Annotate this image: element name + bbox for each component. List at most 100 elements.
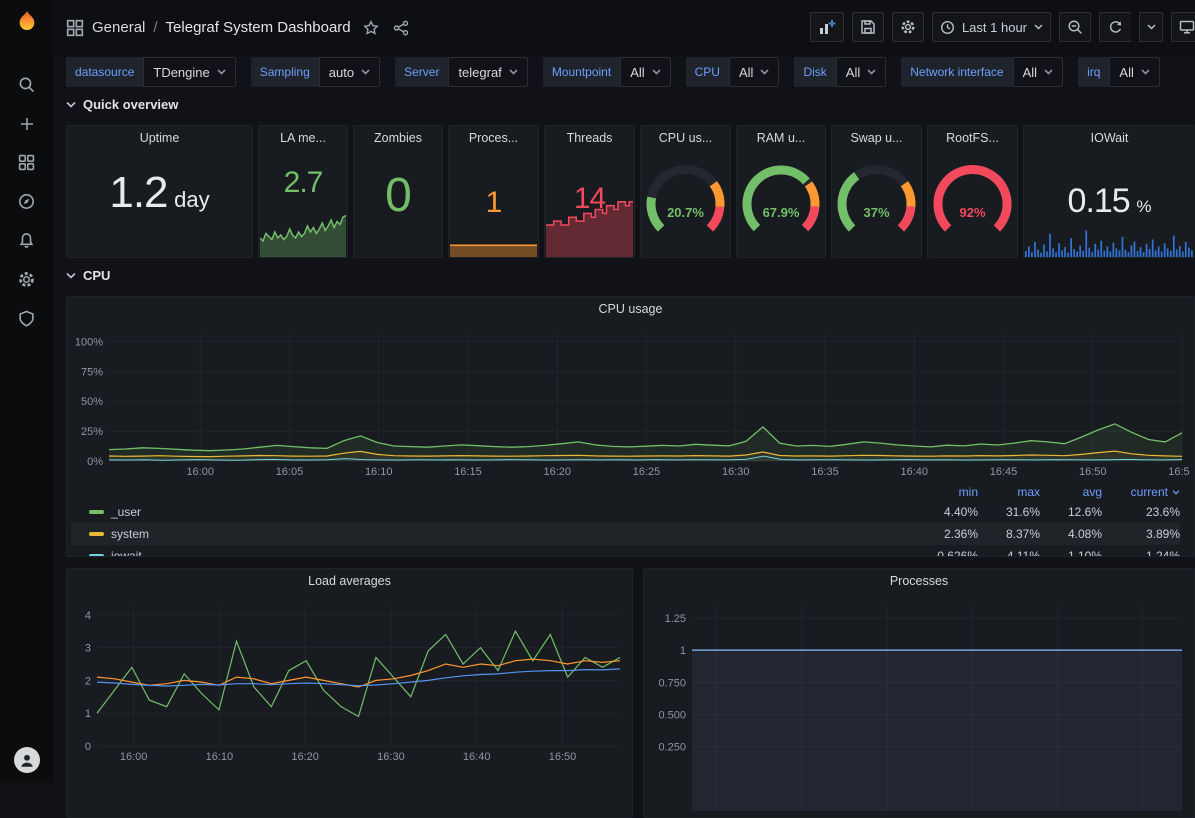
variable-value-dropdown[interactable]: TDengine bbox=[143, 57, 235, 87]
legend-sort-max[interactable]: max bbox=[978, 485, 1040, 499]
gauge: 67.9% bbox=[737, 148, 825, 252]
legend-row: _user 4.40% 31.6% 12.6% 23.6% bbox=[71, 501, 1180, 523]
variable-value-dropdown[interactable]: All bbox=[620, 57, 670, 87]
variable-value-dropdown[interactable]: All bbox=[1109, 57, 1159, 87]
stat-value: 1.2 bbox=[109, 168, 167, 217]
variable-sampling: Sampling auto bbox=[251, 57, 380, 87]
panel-title[interactable]: Zombies bbox=[354, 126, 442, 150]
row-header-cpu[interactable]: CPU bbox=[66, 268, 110, 283]
sidebar-item-dashboards[interactable] bbox=[7, 143, 47, 182]
svg-text:0%: 0% bbox=[87, 456, 103, 468]
legend-series-toggle[interactable]: iowait bbox=[89, 549, 916, 557]
svg-text:16:30: 16:30 bbox=[722, 466, 750, 478]
topbar: General / Telegraf System Dashboard Last… bbox=[53, 0, 1195, 55]
panel-la-medium: LA me... 2.7 bbox=[258, 125, 348, 258]
variable-mountpoint: Mountpoint All bbox=[543, 57, 671, 87]
panel-title[interactable]: RAM u... bbox=[737, 126, 825, 150]
breadcrumb-folder[interactable]: General bbox=[92, 19, 145, 36]
sidebar-item-alerting[interactable] bbox=[7, 221, 47, 260]
chevron-down-icon bbox=[867, 69, 876, 75]
cycle-view-mode-button[interactable] bbox=[1171, 12, 1195, 42]
save-icon bbox=[860, 19, 876, 35]
grafana-logo[interactable] bbox=[14, 9, 40, 35]
sidebar-item-configuration[interactable] bbox=[7, 260, 47, 299]
panel-processes-chart: Processes 0.2500.5000.75011.25 bbox=[643, 568, 1195, 818]
panel-uptime: Uptime 1.2 day bbox=[66, 125, 253, 258]
panel-title[interactable]: CPU us... bbox=[641, 126, 730, 150]
legend-sort-min[interactable]: min bbox=[916, 485, 978, 499]
svg-text:16:10: 16:10 bbox=[206, 751, 234, 763]
svg-text:16:00: 16:00 bbox=[186, 466, 214, 478]
add-panel-icon bbox=[818, 18, 836, 36]
stat-unit: % bbox=[1136, 197, 1151, 216]
processes-chart[interactable]: 0.2500.5000.75011.25 bbox=[648, 599, 1190, 818]
panel-title[interactable]: Uptime bbox=[67, 126, 252, 150]
legend-series-toggle[interactable]: system bbox=[89, 527, 916, 541]
gear-icon bbox=[18, 271, 35, 288]
legend-table: min max avg current _user 4.40% 31.6% 12… bbox=[71, 483, 1180, 557]
cpu-usage-chart[interactable]: 0%25%50%75%100%16:0016:0516:1016:1516:20… bbox=[71, 327, 1190, 479]
variable-label: Disk bbox=[794, 57, 835, 87]
sidebar-item-create[interactable] bbox=[7, 104, 47, 143]
panel-title[interactable]: Threads bbox=[545, 126, 634, 150]
load-averages-chart[interactable]: 0123416:0016:1016:2016:3016:4016:50 bbox=[71, 599, 628, 764]
legend-sort-avg[interactable]: avg bbox=[1040, 485, 1102, 499]
row-header-quick-overview[interactable]: Quick overview bbox=[66, 97, 178, 112]
svg-text:37%: 37% bbox=[863, 205, 889, 220]
monitor-icon bbox=[1179, 19, 1195, 35]
svg-text:16:45: 16:45 bbox=[990, 466, 1018, 478]
svg-text:1: 1 bbox=[85, 708, 91, 720]
svg-text:4: 4 bbox=[85, 610, 91, 622]
chevron-down-icon bbox=[217, 69, 226, 75]
panel-title[interactable]: Proces... bbox=[449, 126, 538, 150]
refresh-button[interactable] bbox=[1099, 12, 1131, 42]
add-panel-button[interactable] bbox=[810, 12, 844, 42]
save-dashboard-button[interactable] bbox=[852, 12, 884, 42]
dashboard-settings-button[interactable] bbox=[892, 12, 924, 42]
variable-label: datasource bbox=[66, 57, 143, 87]
svg-text:0.500: 0.500 bbox=[658, 709, 686, 721]
plus-icon bbox=[19, 116, 35, 132]
stat-value: 14 bbox=[574, 182, 605, 215]
sidebar-item-explore[interactable] bbox=[7, 182, 47, 221]
panel-title[interactable]: RootFS... bbox=[928, 126, 1017, 150]
variable-value-dropdown[interactable]: All bbox=[836, 57, 886, 87]
panel-title[interactable]: Processes bbox=[644, 569, 1194, 593]
panel-ram-used-gauge: RAM u... 67.9% bbox=[736, 125, 826, 258]
panel-title[interactable]: CPU usage bbox=[67, 297, 1194, 321]
variable-value-dropdown[interactable]: All bbox=[729, 57, 779, 87]
panel-title[interactable]: Swap u... bbox=[832, 126, 921, 150]
user-avatar[interactable] bbox=[14, 747, 40, 773]
chevron-down-icon bbox=[652, 69, 661, 75]
variable-value-dropdown[interactable]: telegraf bbox=[448, 57, 527, 87]
sparkline bbox=[260, 207, 346, 257]
chevron-down-icon bbox=[1172, 490, 1180, 495]
sidebar-item-admin[interactable] bbox=[7, 299, 47, 338]
legend-series-toggle[interactable]: _user bbox=[89, 505, 916, 519]
svg-text:16:30: 16:30 bbox=[377, 751, 405, 763]
star-icon[interactable] bbox=[363, 20, 379, 36]
sidebar bbox=[0, 0, 53, 783]
share-icon[interactable] bbox=[393, 20, 409, 36]
panel-swap-used-gauge: Swap u... 37% bbox=[831, 125, 922, 258]
svg-text:25%: 25% bbox=[81, 426, 103, 438]
template-variables-bar: datasource TDengine Sampling auto Server… bbox=[66, 57, 1195, 89]
panel-title[interactable]: Load averages bbox=[67, 569, 632, 593]
panel-rootfs-used-gauge: RootFS... 92% bbox=[927, 125, 1018, 258]
sidebar-item-search[interactable] bbox=[7, 65, 47, 104]
svg-text:100%: 100% bbox=[75, 336, 103, 348]
refresh-interval-dropdown[interactable] bbox=[1139, 12, 1163, 42]
variable-value-dropdown[interactable]: All bbox=[1013, 57, 1063, 87]
chevron-down-icon bbox=[760, 69, 769, 75]
legend-row: system 2.36% 8.37% 4.08% 3.89% bbox=[71, 523, 1180, 545]
variable-value-dropdown[interactable]: auto bbox=[319, 57, 380, 87]
legend-sort-current[interactable]: current bbox=[1102, 485, 1180, 499]
panel-title[interactable]: IOWait bbox=[1024, 126, 1195, 150]
panel-title[interactable]: LA me... bbox=[259, 126, 347, 150]
variable-label: Sampling bbox=[251, 57, 319, 87]
panel-threads: Threads 14 bbox=[544, 125, 635, 258]
breadcrumb: General / Telegraf System Dashboard bbox=[66, 19, 351, 37]
svg-text:16:40: 16:40 bbox=[900, 466, 928, 478]
time-range-picker[interactable]: Last 1 hour bbox=[932, 12, 1051, 42]
zoom-out-button[interactable] bbox=[1059, 12, 1091, 42]
